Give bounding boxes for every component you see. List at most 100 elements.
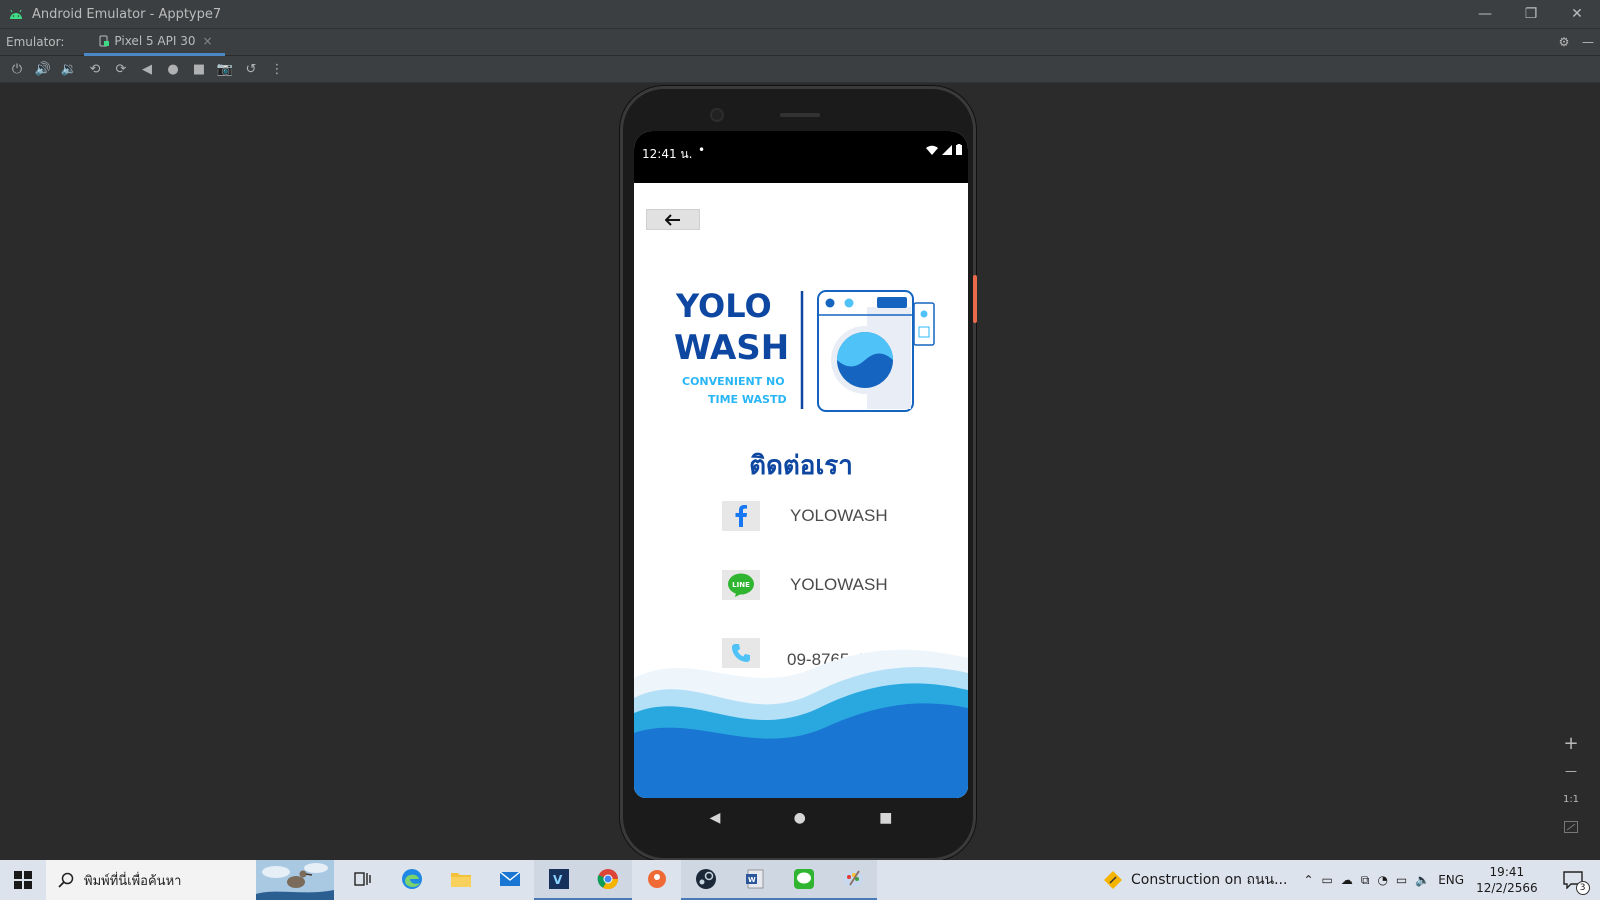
- more-icon[interactable]: ⋮: [264, 57, 290, 81]
- volume-up-icon[interactable]: 🔊: [30, 57, 56, 81]
- windows-start-button[interactable]: [0, 860, 46, 900]
- taskbar-apps: V W: [338, 860, 877, 900]
- back-button[interactable]: [646, 209, 700, 230]
- maps-pin-icon[interactable]: [632, 860, 681, 900]
- file-explorer-icon[interactable]: [436, 860, 485, 900]
- minimize-button[interactable]: —: [1462, 0, 1508, 28]
- wifi-icon: [926, 145, 938, 155]
- task-view-icon[interactable]: [338, 860, 387, 900]
- tray-onedrive-icon[interactable]: ☁: [1341, 873, 1353, 887]
- tray-volume-icon[interactable]: 🔈: [1415, 873, 1430, 887]
- washing-machine-icon: [817, 290, 935, 412]
- language-indicator[interactable]: ENG: [1438, 873, 1464, 887]
- zoom-fit-icon[interactable]: [1559, 816, 1583, 838]
- close-button[interactable]: ✕: [1554, 0, 1600, 28]
- rotate-left-icon[interactable]: ⟲: [82, 57, 108, 81]
- notification-text: Construction on ถนน...: [1131, 872, 1288, 888]
- nav-back-icon[interactable]: ◀: [710, 810, 721, 826]
- tab-label: Pixel 5 API 30: [114, 33, 196, 48]
- contact-row-line[interactable]: LINE YOLOWASH: [722, 565, 962, 605]
- nav-home-icon[interactable]: ●: [794, 810, 806, 826]
- hide-panel-icon[interactable]: —: [1576, 30, 1600, 54]
- power-icon[interactable]: ⏻: [4, 57, 30, 81]
- mail-icon[interactable]: [485, 860, 534, 900]
- windows-logo-icon: [14, 871, 32, 889]
- construction-icon: [1104, 871, 1122, 889]
- clock-time: 19:41: [1489, 865, 1525, 879]
- zoom-in-button[interactable]: +: [1559, 732, 1583, 754]
- logo-tagline-2: TIME WASTD: [708, 393, 787, 406]
- windows-taskbar: พิมพ์ที่นี่เพื่อค้นหา V W Construction o…: [0, 860, 1600, 900]
- logo-word-wash: WASH: [674, 328, 789, 368]
- notification-count-badge: 3: [1575, 881, 1590, 895]
- clock-date: 12/2/2566: [1476, 881, 1538, 895]
- screenshot-icon[interactable]: 📷: [212, 57, 238, 81]
- nav-recents-icon[interactable]: ■: [879, 810, 892, 826]
- contact-screen: YOLO WASH CONVENIENT NO TIME WASTD ติดต่…: [634, 183, 968, 798]
- window-titlebar: Android Emulator - Apptype7 — ❐ ✕: [0, 0, 1600, 28]
- back-icon[interactable]: ◀: [134, 57, 160, 81]
- zoom-actual-size-button[interactable]: 1:1: [1559, 788, 1583, 810]
- status-bar: 12:41 น. •: [634, 131, 968, 183]
- home-icon[interactable]: ●: [160, 57, 186, 81]
- rotate-right-icon[interactable]: ⟳: [108, 57, 134, 81]
- word-icon[interactable]: W: [730, 860, 779, 900]
- tray-expand-icon[interactable]: ⌃: [1303, 873, 1313, 887]
- taskbar-search-box[interactable]: พิมพ์ที่นี่เพื่อค้นหา: [46, 860, 334, 900]
- logo-word-yolo: YOLO: [675, 287, 772, 325]
- decorative-waves: [634, 649, 968, 798]
- tray-battery-icon[interactable]: ▭: [1396, 873, 1407, 887]
- line-app-icon[interactable]: [779, 860, 828, 900]
- side-button[interactable]: [973, 275, 977, 323]
- device-screen[interactable]: 12:41 น. • YOLO WASH CONVENIENT NO TIME …: [634, 131, 968, 798]
- emulator-toolbar: ⏻ 🔊 🔉 ⟲ ⟳ ◀ ● ■ 📷 ↺ ⋮: [0, 56, 1600, 83]
- arrow-left-icon: [665, 213, 680, 226]
- contact-title: ติดต่อเรา: [749, 451, 853, 481]
- tray-network-icon[interactable]: ◔: [1377, 873, 1387, 887]
- tray-device-icon[interactable]: ▭: [1322, 873, 1333, 887]
- contact-row-facebook[interactable]: YOLOWASH: [722, 496, 962, 536]
- news-notification[interactable]: Construction on ถนน...: [1103, 869, 1287, 891]
- logo-tagline-1: CONVENIENT NO: [682, 375, 785, 388]
- snapshot-icon[interactable]: ↺: [238, 57, 264, 81]
- settings-gear-icon[interactable]: ⚙: [1552, 30, 1576, 54]
- edge-browser-icon[interactable]: [387, 860, 436, 900]
- line-icon: LINE: [722, 570, 760, 600]
- emulator-label: Emulator:: [6, 35, 65, 49]
- system-icons: [926, 144, 962, 155]
- search-highlight-image: [256, 860, 334, 900]
- volume-down-icon[interactable]: 🔉: [56, 57, 82, 81]
- zoom-out-button[interactable]: —: [1559, 760, 1583, 782]
- yolowash-logo: YOLO WASH CONVENIENT NO TIME WASTD: [674, 287, 935, 412]
- restore-button[interactable]: ❐: [1508, 0, 1554, 28]
- window-title: Android Emulator - Apptype7: [32, 6, 222, 22]
- status-time: 12:41 น.: [642, 147, 693, 161]
- tab-close-icon[interactable]: ×: [202, 34, 212, 48]
- steam-icon[interactable]: [681, 860, 730, 900]
- emulator-tabbar: Emulator: Pixel 5 API 30 × ⚙ —: [0, 28, 1600, 56]
- action-center-button[interactable]: 3: [1558, 865, 1590, 895]
- svg-text:V: V: [553, 873, 563, 887]
- tray-display-icon[interactable]: ⧉: [1361, 873, 1370, 888]
- tab-pixel-5[interactable]: Pixel 5 API 30 ×: [84, 29, 225, 56]
- signal-icon: [942, 144, 952, 155]
- overview-icon[interactable]: ■: [186, 57, 212, 81]
- svg-text:W: W: [748, 876, 756, 884]
- search-icon: [58, 872, 74, 888]
- chrome-icon[interactable]: [583, 860, 632, 900]
- camera-icon: [710, 108, 724, 122]
- taskbar-clock[interactable]: 19:41 12/2/2566: [1476, 864, 1538, 896]
- device-frame: 12:41 น. • YOLO WASH CONVENIENT NO TIME …: [620, 86, 979, 861]
- svg-text:LINE: LINE: [732, 581, 750, 589]
- battery-icon: [956, 144, 962, 155]
- android-navbar: ◀ ● ■: [623, 798, 979, 838]
- visual-studio-icon[interactable]: V: [534, 860, 583, 900]
- system-tray: ⌃ ▭ ☁ ⧉ ◔ ▭ 🔈 ENG: [1303, 873, 1464, 888]
- paint-icon[interactable]: [828, 860, 877, 900]
- facebook-name: YOLOWASH: [790, 506, 888, 525]
- zoom-controls: + — 1:1: [1556, 732, 1586, 844]
- status-dot: •: [698, 143, 706, 157]
- search-placeholder: พิมพ์ที่นี่เพื่อค้นหา: [84, 873, 182, 889]
- android-icon: [10, 9, 22, 19]
- device-icon: [99, 35, 110, 46]
